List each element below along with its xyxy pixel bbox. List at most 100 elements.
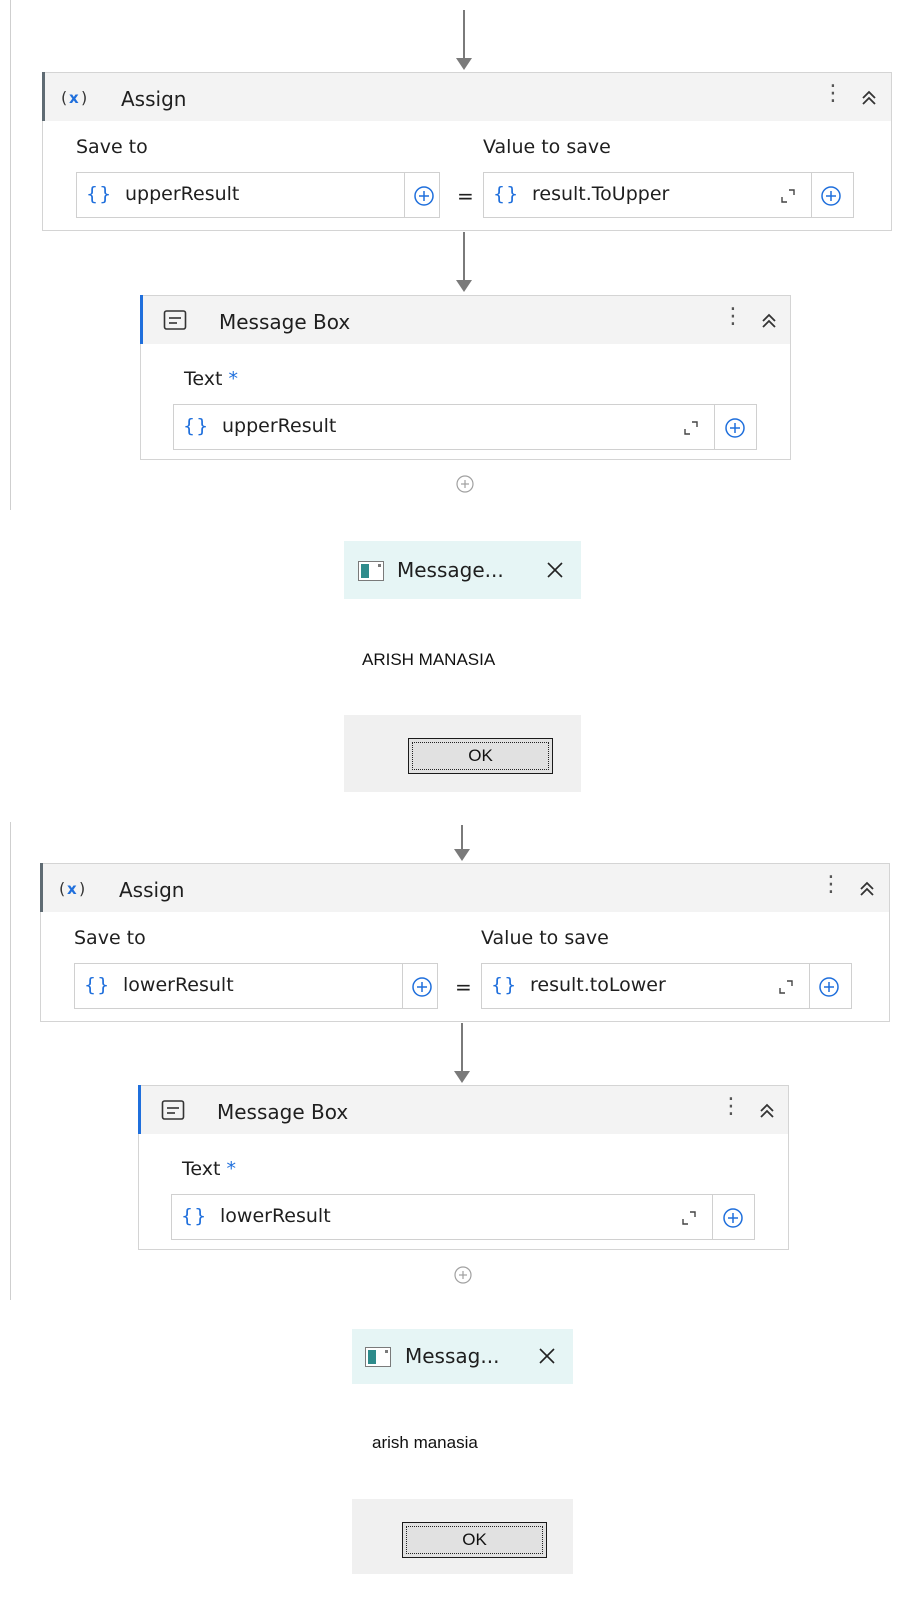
sequence-border	[10, 822, 11, 1300]
kebab-menu-icon[interactable]: ⋮	[722, 306, 744, 328]
message-box-icon	[161, 1100, 185, 1120]
text-label: Text *	[182, 1158, 236, 1180]
curly-braces-icon[interactable]: {}	[86, 183, 112, 205]
save-to-input[interactable]: {} upperResult	[76, 172, 440, 218]
text-value: upperResult	[222, 415, 337, 437]
variable-x-icon: ( x )	[59, 879, 85, 898]
flow-arrow-head	[456, 58, 472, 70]
save-to-value: upperResult	[125, 183, 240, 205]
assign-header[interactable]: ( x ) Assign ⋮	[40, 863, 889, 912]
add-activity-icon[interactable]	[453, 1265, 473, 1285]
dialog-title: Messag...	[405, 1344, 500, 1368]
input-divider	[404, 173, 405, 217]
chevron-double-up-icon[interactable]	[760, 312, 778, 330]
message-box-accent-bar	[140, 295, 143, 344]
flow-arrow-head	[454, 1071, 470, 1083]
svg-text:): )	[79, 879, 85, 898]
message-box-header[interactable]: Message Box ⋮	[138, 1085, 788, 1134]
flow-arrow	[461, 1023, 463, 1073]
plus-circle-icon[interactable]	[722, 1207, 744, 1229]
save-to-label: Save to	[74, 927, 146, 949]
add-activity-icon[interactable]	[455, 474, 475, 494]
save-to-input[interactable]: {} lowerResult	[74, 963, 438, 1009]
flow-arrow	[463, 10, 465, 60]
value-to-save-input[interactable]: {} result.ToUpper	[483, 172, 854, 218]
kebab-menu-icon[interactable]: ⋮	[820, 874, 842, 896]
kebab-menu-icon[interactable]: ⋮	[822, 83, 844, 105]
variable-x-icon: ( x )	[61, 88, 87, 107]
kebab-menu-icon[interactable]: ⋮	[720, 1096, 742, 1118]
value-to-save-input[interactable]: {} result.toLower	[481, 963, 852, 1009]
message-box-accent-bar	[138, 1085, 141, 1134]
plus-circle-icon[interactable]	[818, 976, 840, 998]
svg-text:(: (	[61, 88, 67, 107]
message-box-title: Message Box	[219, 310, 351, 334]
value-to-save-label: Value to save	[483, 136, 611, 158]
dialog-title: Message...	[397, 558, 504, 582]
plus-circle-icon[interactable]	[724, 417, 746, 439]
expand-corner-icon[interactable]	[777, 978, 795, 996]
chevron-double-up-icon[interactable]	[860, 89, 878, 107]
ok-button[interactable]: OK	[408, 738, 553, 774]
close-icon[interactable]	[537, 1346, 557, 1366]
dialog-title-bar[interactable]: Messag...	[352, 1329, 573, 1384]
input-divider	[714, 405, 715, 449]
expand-corner-icon[interactable]	[682, 419, 700, 437]
text-input[interactable]: {} lowerResult	[171, 1194, 755, 1240]
message-box-activity[interactable]: Message Box ⋮ Text * {} upperResult	[140, 295, 791, 460]
assign-header[interactable]: ( x ) Assign ⋮	[42, 72, 891, 121]
plus-circle-icon[interactable]	[411, 976, 433, 998]
svg-text:(: (	[59, 879, 65, 898]
assign-activity[interactable]: ( x ) Assign ⋮ Save to Value to save {} …	[42, 72, 892, 231]
text-label: Text *	[184, 368, 238, 390]
plus-circle-icon[interactable]	[413, 185, 435, 207]
chevron-double-up-icon[interactable]	[758, 1102, 776, 1120]
curly-braces-icon[interactable]: {}	[183, 415, 209, 437]
equals-sign: =	[457, 184, 474, 208]
close-icon[interactable]	[545, 560, 565, 580]
value-to-save-label: Value to save	[481, 927, 609, 949]
dialog-message: arish manasia	[372, 1433, 478, 1452]
window-icon	[365, 1347, 391, 1367]
assign-activity[interactable]: ( x ) Assign ⋮ Save to Value to save {} …	[40, 863, 890, 1022]
input-divider	[809, 964, 810, 1008]
assign-accent-bar	[42, 72, 45, 121]
message-box-header[interactable]: Message Box ⋮	[140, 295, 790, 344]
message-box-activity[interactable]: Message Box ⋮ Text * {} lowerResult	[138, 1085, 789, 1250]
curly-braces-icon[interactable]: {}	[491, 974, 517, 996]
sequence-border	[10, 0, 11, 510]
dialog-title-bar[interactable]: Message...	[344, 541, 581, 599]
plus-circle-icon[interactable]	[820, 185, 842, 207]
flow-arrow	[463, 232, 465, 282]
svg-text:x: x	[67, 880, 77, 898]
ok-button-label: OK	[462, 1530, 487, 1549]
assign-title: Assign	[119, 878, 185, 902]
expand-corner-icon[interactable]	[779, 187, 797, 205]
input-divider	[811, 173, 812, 217]
flow-arrow-head	[454, 849, 470, 861]
svg-text:x: x	[69, 89, 79, 107]
curly-braces-icon[interactable]: {}	[181, 1205, 207, 1227]
ok-button-label: OK	[468, 746, 493, 765]
window-icon	[358, 561, 384, 581]
flow-arrow-head	[456, 280, 472, 292]
text-value: lowerResult	[220, 1205, 331, 1227]
assign-title: Assign	[121, 87, 187, 111]
message-box-icon	[163, 310, 187, 330]
svg-text:): )	[81, 88, 87, 107]
required-mark: *	[226, 1158, 236, 1180]
text-label-text: Text	[182, 1158, 221, 1180]
expand-corner-icon[interactable]	[680, 1209, 698, 1227]
chevron-double-up-icon[interactable]	[858, 880, 876, 898]
assign-accent-bar	[40, 863, 43, 912]
curly-braces-icon[interactable]: {}	[493, 183, 519, 205]
text-input[interactable]: {} upperResult	[173, 404, 757, 450]
message-box-title: Message Box	[217, 1100, 349, 1124]
flow-arrow	[461, 825, 463, 850]
input-divider	[712, 1195, 713, 1239]
equals-sign: =	[455, 975, 472, 999]
dialog-message: ARISH MANASIA	[362, 650, 496, 669]
curly-braces-icon[interactable]: {}	[84, 974, 110, 996]
value-to-save-value: result.ToUpper	[532, 183, 670, 205]
ok-button[interactable]: OK	[402, 1522, 547, 1558]
